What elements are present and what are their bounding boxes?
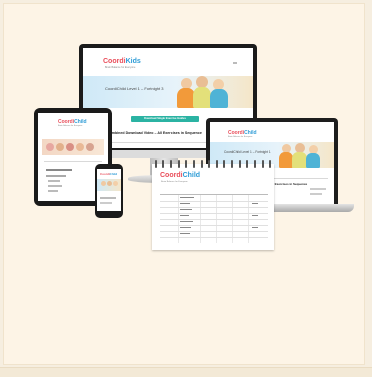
tablet-tagline: Brain Balance for Everyone (58, 125, 83, 127)
divider (44, 161, 102, 162)
desktop-tagline: Brain Balance for Everyone (105, 66, 136, 69)
text-line (46, 169, 72, 171)
child-shirt (193, 87, 211, 108)
laptop-section-title: All Exercises in Sequence (270, 182, 308, 186)
text-line (48, 185, 62, 187)
text-line (100, 197, 116, 199)
desktop-hero-banner: CoordiChild Level 1 – Fortnight 3 (83, 76, 253, 108)
tablet-hero-banner (42, 139, 104, 155)
text-line (310, 193, 322, 195)
calendar-logo: CoordiChild (160, 172, 201, 179)
child-shirt (210, 89, 228, 108)
child-face (66, 143, 74, 151)
calendar-rings (152, 160, 274, 168)
desk-calendar: CoordiChild Brain Balance for Everyone (152, 160, 274, 250)
child-face (113, 181, 118, 186)
desktop-section-title: Combined Download Video – All Exercises … (107, 131, 202, 135)
laptop-tagline: Brain Balance for Everyone (228, 136, 253, 138)
text-line (48, 190, 58, 192)
calendar-tagline: Brain Balance for Everyone (161, 181, 188, 183)
child-shirt (279, 152, 293, 168)
exercise-table (160, 194, 268, 243)
child-face (101, 181, 106, 186)
child-face (56, 143, 64, 151)
desktop-logo: CoordiKids (103, 58, 141, 65)
desktop-nav-icon[interactable] (233, 62, 237, 64)
child-face (107, 181, 112, 186)
phone-hero-banner (97, 179, 121, 191)
child-shirt (292, 152, 307, 168)
phone-logo: CoordiChild (100, 172, 118, 176)
phone-screen: CoordiChild (97, 169, 121, 211)
desktop-hero-title: CoordiChild Level 1 – Fortnight 3 (105, 86, 164, 91)
text-line (48, 180, 60, 182)
child-shirt (306, 153, 320, 168)
text-line (100, 202, 112, 204)
text-line (46, 175, 66, 177)
child-face (46, 143, 54, 151)
phone: CoordiChild (95, 164, 123, 218)
child-face (86, 143, 94, 151)
download-guides-button[interactable]: Download Single Exercise Guides (131, 116, 199, 122)
laptop-hero-title: CoordiChild Level 1 – Fortnight 1 (224, 150, 271, 154)
child-face (76, 143, 84, 151)
text-line (310, 188, 326, 190)
